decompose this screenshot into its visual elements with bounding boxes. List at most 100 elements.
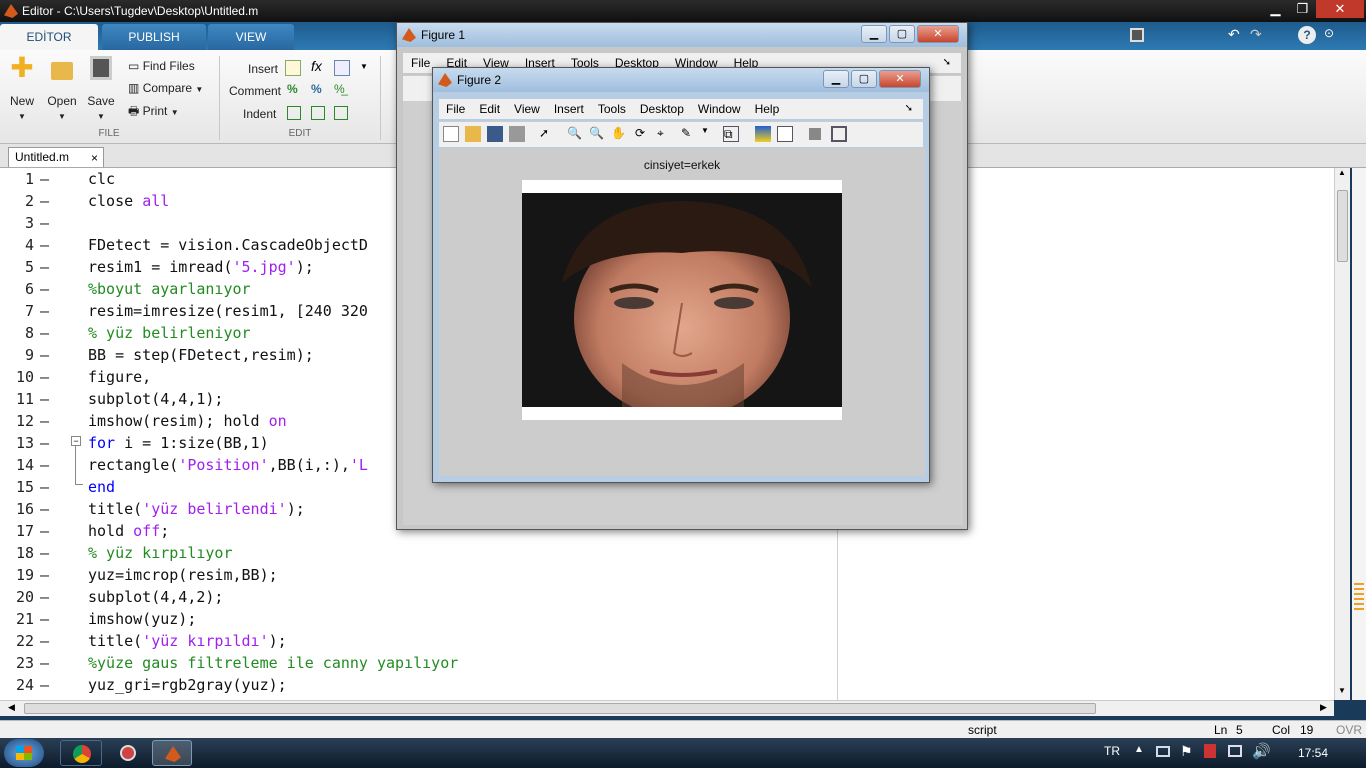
code-line[interactable]: 19 — yuz=imcrop(resim,BB);: [0, 564, 1340, 586]
maximize-button[interactable]: ▢: [889, 25, 915, 43]
volume-icon[interactable]: 🔊: [1252, 742, 1271, 760]
code-line[interactable]: 23 — %yüze gaus filtreleme ile canny yapıl…: [0, 652, 1340, 674]
new-button[interactable]: ✚ New ▼: [3, 54, 41, 122]
rotate-icon[interactable]: ⟳: [635, 126, 651, 142]
brush-icon[interactable]: ✎: [681, 126, 697, 142]
save-button[interactable]: Save ▼: [82, 56, 120, 122]
uncomment-icon[interactable]: %: [311, 82, 322, 96]
save-figure-icon[interactable]: [487, 126, 503, 142]
open-file-icon[interactable]: [465, 126, 481, 142]
help-icon[interactable]: ?: [1298, 26, 1316, 44]
scroll-down-icon[interactable]: ▼: [1338, 686, 1346, 695]
breakpoint-marker[interactable]: —: [40, 212, 49, 234]
breakpoint-marker[interactable]: —: [40, 366, 49, 388]
insert-function-icon[interactable]: [334, 60, 350, 76]
show-tools-icon[interactable]: [831, 126, 847, 142]
scroll-thumb[interactable]: [24, 703, 1096, 714]
taskbar-app[interactable]: [106, 740, 148, 766]
display-icon[interactable]: [1156, 746, 1170, 757]
code-line[interactable]: 20 — subplot(4,4,2);: [0, 586, 1340, 608]
tab-editor[interactable]: EDİTOR: [0, 24, 98, 50]
breakpoint-marker[interactable]: —: [40, 608, 49, 630]
comment-icon[interactable]: %: [287, 82, 298, 96]
breakpoint-marker[interactable]: —: [40, 234, 49, 256]
fx-icon[interactable]: fx: [311, 58, 322, 74]
menu-edit[interactable]: Edit: [472, 99, 507, 119]
start-button[interactable]: [4, 739, 44, 767]
breakpoint-marker[interactable]: —: [40, 256, 49, 278]
taskbar-matlab[interactable]: [152, 740, 192, 766]
smart-indent-icon[interactable]: [287, 106, 301, 120]
compare-button[interactable]: ▥ Compare ▼: [128, 78, 203, 98]
dock-arrow-icon[interactable]: ➘: [897, 99, 921, 119]
redo-icon[interactable]: ↷: [1250, 26, 1262, 43]
minimize-button[interactable]: ▁: [861, 25, 887, 43]
pointer-icon[interactable]: ➚: [539, 126, 555, 142]
wrap-comment-icon[interactable]: %̲: [334, 82, 345, 96]
minimize-button[interactable]: ▁: [1262, 0, 1289, 18]
tab-view[interactable]: VIEW: [208, 24, 294, 50]
close-tab-icon[interactable]: ×: [91, 149, 98, 167]
search-doc-icon[interactable]: ⊙: [1324, 26, 1334, 40]
menu-insert[interactable]: Insert: [547, 99, 591, 119]
menu-file[interactable]: File: [439, 99, 472, 119]
breakpoint-marker[interactable]: —: [40, 278, 49, 300]
colorbar-icon[interactable]: [755, 126, 771, 142]
breakpoint-marker[interactable]: —: [40, 344, 49, 366]
close-button[interactable]: ✕: [1316, 0, 1364, 18]
vertical-scrollbar[interactable]: ▲ ▼: [1334, 168, 1350, 700]
horizontal-scrollbar[interactable]: ◀ ▶: [0, 700, 1334, 716]
data-cursor-icon[interactable]: ⌖: [657, 126, 673, 142]
dock-arrow-icon[interactable]: ➘: [935, 53, 959, 73]
flag-icon[interactable]: ⚑: [1180, 743, 1193, 760]
device-icon[interactable]: [1204, 744, 1216, 758]
tab-publish[interactable]: PUBLISH: [102, 24, 206, 50]
menu-desktop[interactable]: Desktop: [633, 99, 691, 119]
scroll-up-icon[interactable]: ▲: [1338, 168, 1346, 177]
chevron-up-icon[interactable]: ▲: [1134, 744, 1144, 755]
breakpoint-marker[interactable]: —: [40, 454, 49, 476]
breakpoint-marker[interactable]: —: [40, 432, 49, 454]
breakpoint-marker[interactable]: —: [40, 652, 49, 674]
close-button[interactable]: ✕: [917, 25, 959, 43]
menu-view[interactable]: View: [507, 99, 547, 119]
editor-split-handle[interactable]: [1352, 168, 1366, 700]
scroll-left-icon[interactable]: ◀: [8, 702, 15, 713]
fold-icon[interactable]: −: [71, 436, 81, 446]
zoom-in-icon[interactable]: 🔍: [567, 126, 583, 142]
scroll-thumb[interactable]: [1337, 190, 1348, 262]
pan-icon[interactable]: ✋: [611, 126, 627, 142]
close-button[interactable]: ✕: [879, 70, 921, 88]
new-figure-icon[interactable]: [443, 126, 459, 142]
breakpoint-marker[interactable]: —: [40, 586, 49, 608]
menu-tools[interactable]: Tools: [591, 99, 633, 119]
print-button[interactable]: 🖶 Print ▼: [128, 101, 179, 121]
decrease-indent-icon[interactable]: [311, 106, 325, 120]
breakpoint-marker[interactable]: —: [40, 322, 49, 344]
legend-icon[interactable]: [777, 126, 793, 142]
network-icon[interactable]: [1228, 745, 1242, 757]
hide-tools-icon[interactable]: [809, 128, 821, 140]
link-plot-icon[interactable]: ⧉: [723, 126, 739, 142]
breakpoint-marker[interactable]: —: [40, 630, 49, 652]
code-line[interactable]: 21 — imshow(yuz);: [0, 608, 1340, 630]
menu-window[interactable]: Window: [691, 99, 748, 119]
taskbar-chrome[interactable]: [60, 740, 102, 766]
print-figure-icon[interactable]: [509, 126, 525, 142]
breakpoint-marker[interactable]: —: [40, 542, 49, 564]
figure-2-window[interactable]: Figure 2 ▁ ▢ ✕ File Edit View Insert Tools De…: [432, 67, 930, 483]
breakpoint-marker[interactable]: —: [40, 190, 49, 212]
chevron-down-icon[interactable]: ▼: [701, 126, 717, 142]
breakpoint-marker[interactable]: —: [40, 564, 49, 586]
undo-icon[interactable]: ↶: [1228, 26, 1240, 43]
language-indicator[interactable]: TR: [1104, 744, 1120, 758]
breakpoint-marker[interactable]: —: [40, 498, 49, 520]
breakpoint-marker[interactable]: —: [40, 388, 49, 410]
breakpoint-marker[interactable]: —: [40, 410, 49, 432]
zoom-out-icon[interactable]: 🔍: [589, 126, 605, 142]
breakpoint-marker[interactable]: —: [40, 300, 49, 322]
save-icon[interactable]: [1130, 28, 1144, 42]
maximize-button[interactable]: ❐: [1289, 0, 1316, 18]
insert-section-icon[interactable]: [285, 60, 301, 76]
open-button[interactable]: Open ▼: [43, 56, 81, 122]
